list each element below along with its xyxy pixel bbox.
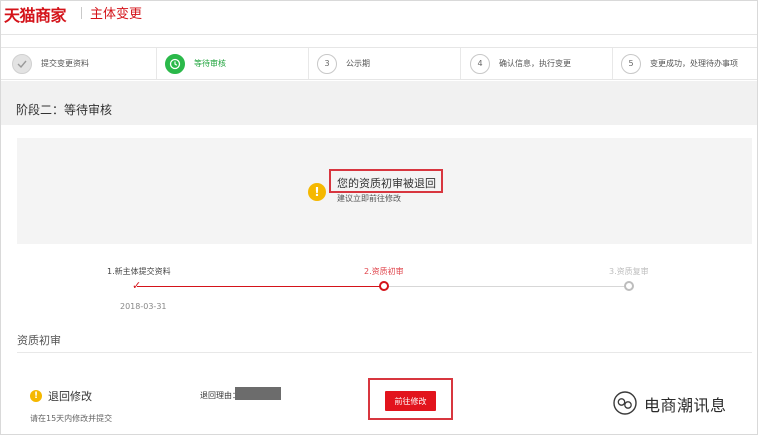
- watermark-text: 电商潮讯息: [644, 396, 727, 415]
- wechat-logo-icon: [612, 390, 638, 416]
- progress-line-pending: [384, 286, 629, 287]
- step-label: 提交变更资料: [41, 59, 89, 68]
- warning-icon: !: [308, 183, 326, 201]
- progress-dot-current: [379, 281, 389, 291]
- alert-title: 您的资质初审被退回: [337, 177, 436, 190]
- progress-dot-pending: [624, 281, 634, 291]
- progress-date: 2018-03-31: [120, 302, 167, 311]
- section-title: 资质初审: [17, 334, 61, 347]
- step-separator: [308, 48, 309, 79]
- progress-label-initial-review: 2.资质初审: [364, 267, 404, 276]
- progress-label-submit: 1.新主体提交资料: [107, 267, 171, 276]
- page: 天猫商家 主体变更 提交变更资料 等待审核 3 公示期 4 确认信息，执行变更: [0, 0, 758, 435]
- page-subtitle: 主体变更: [90, 7, 143, 22]
- step-separator: [612, 48, 613, 79]
- go-modify-button[interactable]: 前往修改: [385, 391, 436, 411]
- step-submit-materials: 提交变更资料: [12, 48, 89, 79]
- step-separator: [156, 48, 157, 79]
- progress-line-done: [137, 286, 384, 287]
- step-label: 确认信息，执行变更: [499, 59, 571, 68]
- stage-header: 阶段二：等待审核: [1, 81, 757, 125]
- step-publicity: 3 公示期: [317, 48, 370, 79]
- return-status: 退回修改: [48, 390, 92, 403]
- clock-icon: [165, 53, 185, 74]
- step-waiting-review: 等待审核: [165, 48, 226, 79]
- step-label: 变更成功，处理待办事项: [650, 59, 738, 68]
- step-label: 等待审核: [194, 59, 226, 68]
- progress-label-second-review: 3.资质复审: [609, 267, 649, 276]
- brand-divider: [81, 7, 82, 19]
- step-number: 3: [317, 53, 337, 74]
- step-progress-bar: 提交变更资料 等待审核 3 公示期 4 确认信息，执行变更 5 变更成功，处理待…: [1, 47, 757, 80]
- brand-logo[interactable]: 天猫商家: [4, 2, 67, 26]
- header-divider: [1, 34, 757, 35]
- step-separator: [460, 48, 461, 79]
- return-reason-label: 退回理由：: [200, 391, 240, 400]
- alert-subtitle: 建议立即前往修改: [337, 194, 401, 203]
- step-change-success: 5 变更成功，处理待办事项: [621, 48, 738, 79]
- return-reason-redacted: [235, 387, 281, 400]
- step-number: 5: [621, 53, 641, 74]
- stage-title: 阶段二：等待审核: [16, 103, 113, 117]
- warning-icon: !: [30, 390, 42, 402]
- return-note: 请在15天内修改并提交: [30, 414, 113, 423]
- check-icon: [12, 53, 32, 74]
- step-confirm-execute: 4 确认信息，执行变更: [470, 48, 571, 79]
- top-header: 天猫商家 主体变更: [1, 1, 757, 35]
- section-divider: [17, 352, 752, 353]
- check-icon: ✓: [132, 279, 142, 292]
- step-label: 公示期: [346, 59, 370, 68]
- step-number: 4: [470, 53, 490, 74]
